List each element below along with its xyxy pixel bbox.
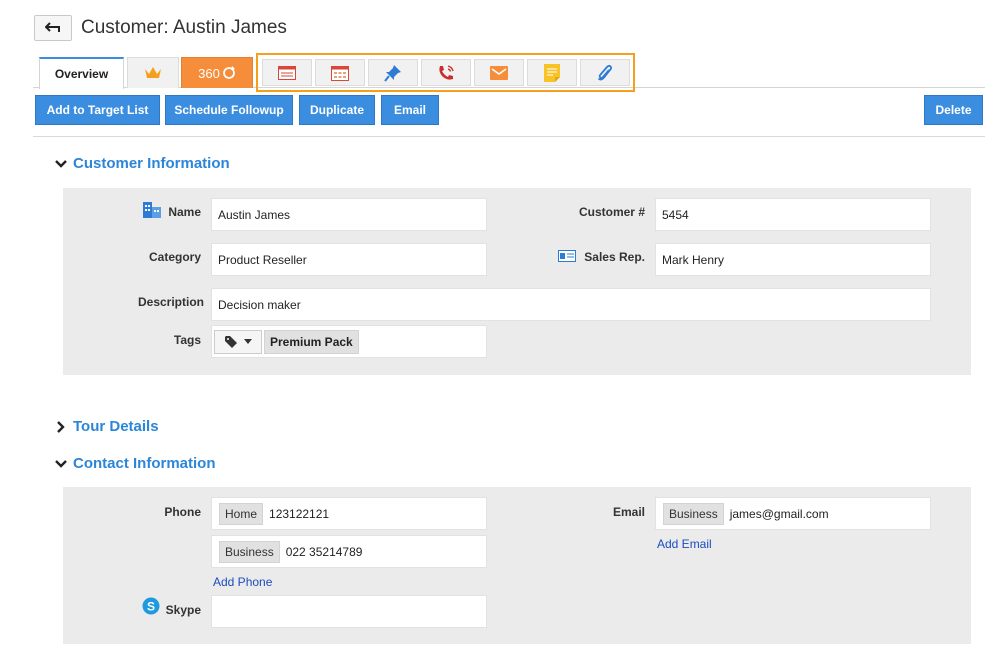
email-button[interactable]: Email [381,95,439,125]
tag-dropdown-button[interactable] [214,329,262,354]
phone-type-chip[interactable]: Business [219,540,280,563]
name-label: Name [168,205,201,219]
mail-icon [490,65,508,80]
tag-icon [224,335,237,348]
tour-details-header[interactable]: Tour Details [55,418,159,435]
name-field[interactable]: Austin James [211,198,487,231]
sales-rep-label: Sales Rep. [584,250,645,264]
sales-rep-field[interactable]: Mark Henry [655,243,931,276]
section-title: Customer Information [73,155,230,172]
phone-label: Phone [164,505,201,519]
caret-down-icon [243,339,252,344]
phone-type-chip[interactable]: Home [219,502,264,525]
calendar-icon [331,65,349,81]
tags-field: Premium Pack [211,325,487,358]
attachment-icon [597,64,613,80]
tag-chip[interactable]: Premium Pack [264,329,359,354]
email-value: james@gmail.com [729,506,829,521]
svg-text:S: S [147,600,155,614]
phone-number: 022 35214789 [285,544,363,559]
divider [33,136,985,137]
skype-label: Skype [165,603,201,617]
tab-overview[interactable]: Overview [39,57,124,89]
phone-number: 123122121 [269,506,330,521]
contact-information-header[interactable]: Contact Information [55,455,216,472]
add-phone-link[interactable]: Add Phone [213,575,272,589]
category-field[interactable]: Product Reseller [211,243,487,276]
customer-information-panel: Name Austin James Customer # 5454 Catego… [63,188,971,375]
schedule-followup-button[interactable]: Schedule Followup [165,95,293,125]
customer-number-field[interactable]: 5454 [655,198,931,231]
phone-field-home[interactable]: Home 123122121 [211,497,487,530]
delete-button[interactable]: Delete [924,95,983,125]
email-label: Email [612,505,645,519]
email-type-chip[interactable]: Business [663,502,724,525]
tab-mail[interactable] [474,59,524,86]
category-label: Category [148,250,201,264]
tab-bar: Overview 360 [33,53,985,92]
building-icon [143,202,161,218]
tab-360[interactable]: 360 [181,57,253,88]
skype-field[interactable] [211,595,487,628]
email-field[interactable]: Business james@gmail.com [655,497,931,530]
add-to-target-list-button[interactable]: Add to Target List [35,95,160,125]
customer-number-label: Customer # [578,205,645,219]
tab-call[interactable] [421,59,471,86]
rotate-icon [222,66,235,79]
phone-icon [439,64,454,80]
list-icon [278,65,296,80]
section-title: Contact Information [73,455,216,472]
skype-icon: S [142,597,160,615]
tab-notes[interactable] [527,59,577,86]
chevron-right-icon [57,420,65,433]
back-button[interactable] [34,15,72,41]
id-card-icon [558,250,576,262]
tab-calendar[interactable] [315,59,365,86]
tab-pin[interactable] [368,59,418,86]
note-icon [544,63,560,82]
tab-attachments[interactable] [580,59,630,86]
tab-list[interactable] [262,59,312,86]
back-arrow-icon [45,22,60,32]
description-label: Description [137,295,204,309]
chevron-down-icon [55,459,67,468]
chevron-down-icon [55,159,67,168]
tool-tabs-group [256,53,635,92]
contact-information-panel: Phone Home 123122121 Business 022 352147… [63,487,971,644]
duplicate-button[interactable]: Duplicate [299,95,375,125]
section-title: Tour Details [73,418,159,435]
phone-field-business[interactable]: Business 022 35214789 [211,535,487,568]
crown-icon [145,67,161,78]
add-email-link[interactable]: Add Email [657,537,712,551]
description-field[interactable]: Decision maker [211,288,931,321]
tab-360-label: 360 [198,65,220,81]
pin-icon [384,64,401,82]
customer-information-header[interactable]: Customer Information [55,155,230,172]
tags-label: Tags [173,333,201,347]
tab-loyalty[interactable] [127,57,179,88]
page-title: Customer: Austin James [81,17,287,38]
